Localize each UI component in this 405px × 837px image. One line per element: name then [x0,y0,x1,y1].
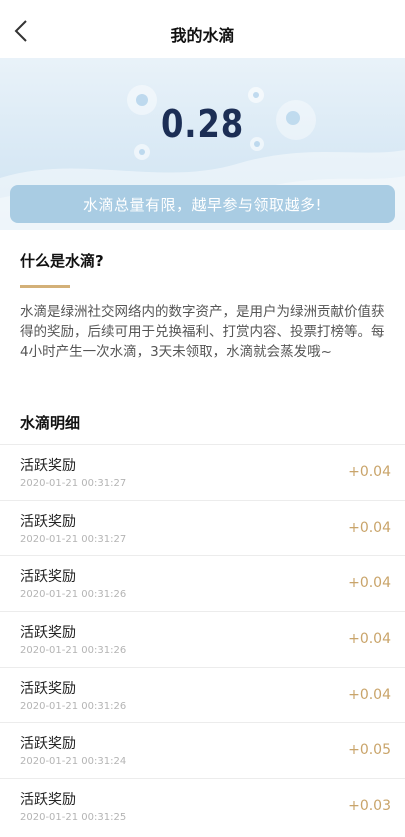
item-amount: +0.03 [348,798,391,815]
about-description: 水滴是绿洲社交网络内的数字资产，是用户为绿洲贡献价值获得的奖励，后续可用于兑换福… [20,304,385,360]
title-underline [20,285,70,288]
item-amount: +0.04 [348,631,391,648]
item-time: 2020-01-21 00:31:27 [20,478,127,489]
item-name: 活跃奖励 [20,569,76,586]
item-amount: +0.04 [348,686,391,703]
item-amount: +0.04 [348,575,391,592]
list-item: 活跃奖励 2020-01-21 00:31:25 +0.03 [0,778,405,834]
list-item: 活跃奖励 2020-01-21 00:31:27 +0.04 [0,499,405,556]
item-time: 2020-01-21 00:31:26 [20,700,127,712]
item-amount: +0.04 [348,464,391,480]
nav-bar: 我的水滴 [0,0,405,58]
list-item: 活跃奖励 2020-01-21 00:31:27 +0.04 [0,444,405,500]
details-title: 水滴明细 [20,414,81,432]
list-item: 活跃奖励 2020-01-21 00:31:26 +0.04 [0,666,405,723]
about-title: 什么是水滴? [20,252,104,270]
about-section: 什么是水滴? 水滴是绿洲社交网络内的数字资产，是用户为绿洲贡献价值获得的奖励，后… [20,250,390,362]
water-drop-balance: 0.28 [160,102,245,146]
item-time: 2020-01-21 00:31:25 [20,812,127,824]
list-item: 活跃奖励 2020-01-21 00:31:26 +0.04 [0,555,405,611]
item-time: 2020-01-21 00:31:27 [20,533,127,545]
item-amount: +0.04 [348,519,391,536]
item-time: 2020-01-21 00:31:24 [20,756,127,768]
item-name: 活跃奖励 [20,792,76,809]
slogan-text: 水滴总量有限，越早参与领取越多! [82,195,322,214]
page-title: 我的水滴 [170,26,235,45]
item-name: 活跃奖励 [20,513,76,530]
item-amount: +0.05 [348,742,391,759]
details-list: 活跃奖励 2020-01-21 00:31:27 +0.04 活跃奖励 2020… [0,444,405,834]
item-time: 2020-01-21 00:31:26 [20,589,127,601]
item-name: 活跃奖励 [20,458,76,474]
list-item: 活跃奖励 2020-01-21 00:31:26 +0.04 [0,611,405,667]
item-name: 活跃奖励 [20,625,76,642]
balance-banner: 0.28 水滴总量有限，越早参与领取越多! [0,58,405,230]
item-name: 活跃奖励 [20,680,76,697]
item-name: 活跃奖励 [20,736,76,753]
item-time: 2020-01-21 00:31:26 [20,645,127,657]
slogan-bar: 水滴总量有限，越早参与领取越多! [10,185,395,223]
list-item: 活跃奖励 2020-01-21 00:31:24 +0.05 [0,722,405,778]
